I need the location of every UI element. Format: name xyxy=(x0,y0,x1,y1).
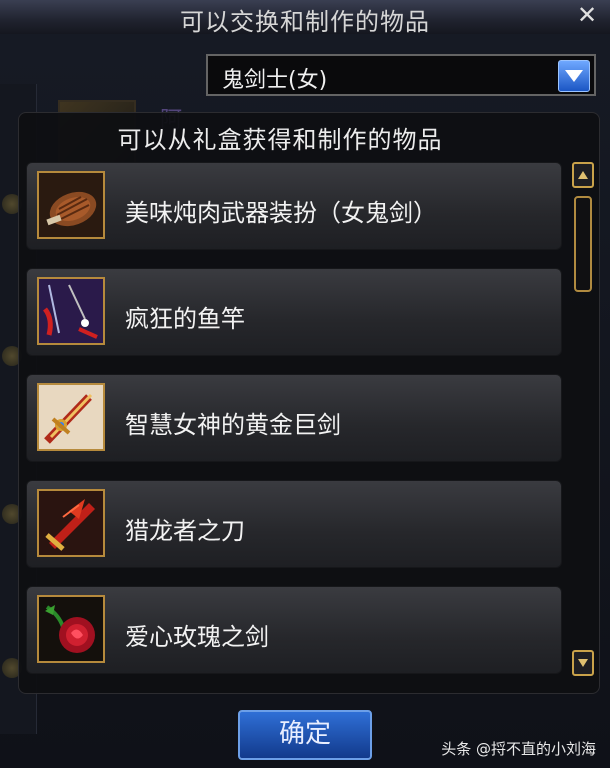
list-item[interactable]: 智慧女神的黄金巨剑 xyxy=(26,374,562,462)
golden-greatsword-icon xyxy=(37,383,105,451)
popup-title: 可以从礼盒获得和制作的物品 xyxy=(117,126,443,154)
list-item[interactable]: 爱心玫瑰之剑 xyxy=(26,586,562,674)
rose-sword-icon xyxy=(37,595,105,663)
stew-meat-icon xyxy=(37,171,105,239)
item-name: 疯狂的鱼竿 xyxy=(125,305,245,333)
scrollbar-thumb[interactable] xyxy=(574,196,592,292)
window-title: 可以交换和制作的物品 xyxy=(180,8,430,36)
list-item[interactable]: 美味炖肉武器装扮（女鬼剑） xyxy=(26,162,562,250)
class-select-value: 鬼剑士(女) xyxy=(222,68,328,93)
item-name: 爱心玫瑰之剑 xyxy=(125,623,269,651)
close-button[interactable]: ✕ xyxy=(574,2,600,28)
watermark: 头条 @捋不直的小刘海 xyxy=(441,740,596,758)
item-name: 猎龙者之刀 xyxy=(125,517,245,545)
scroll-up-button[interactable] xyxy=(572,162,594,188)
item-name: 美味炖肉武器装扮（女鬼剑） xyxy=(125,199,437,227)
fishing-rod-icon xyxy=(37,277,105,345)
confirm-button[interactable]: 确定 xyxy=(238,710,372,760)
list-item[interactable]: 猎龙者之刀 xyxy=(26,480,562,568)
list-item[interactable]: 疯狂的鱼竿 xyxy=(26,268,562,356)
chevron-down-icon[interactable] xyxy=(558,60,590,92)
scroll-down-button[interactable] xyxy=(572,650,594,676)
item-name: 智慧女神的黄金巨剑 xyxy=(125,411,341,439)
scrollbar[interactable] xyxy=(572,162,596,678)
title-bar: 可以交换和制作的物品 ✕ xyxy=(0,0,610,36)
class-select-dropdown[interactable]: 鬼剑士(女) xyxy=(206,54,596,96)
dragon-hunter-blade-icon xyxy=(37,489,105,557)
